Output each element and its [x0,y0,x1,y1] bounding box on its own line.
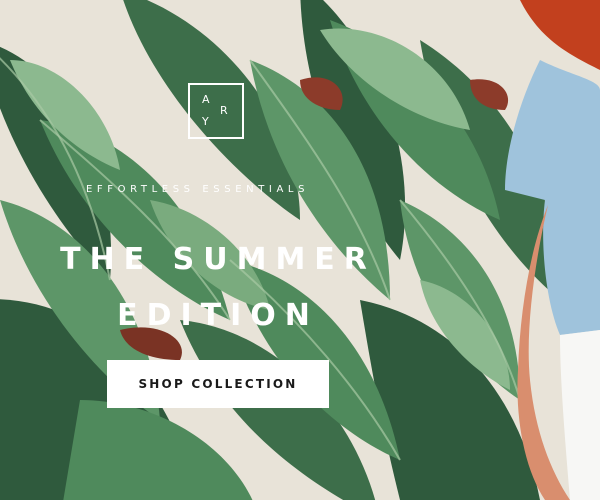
headline-line-1: THE SUMMER [60,242,376,277]
summer-banner[interactable]: A Y R EFFORTLESS ESSENTIALS THE SUMMER E… [0,0,600,500]
logo-letter: A [202,93,210,106]
headline: THE SUMMER EDITION [0,232,436,344]
brand-logo[interactable]: A Y R [188,83,244,139]
logo-letter: Y [202,115,209,128]
tagline: EFFORTLESS ESSENTIALS [86,184,310,195]
shop-collection-button[interactable]: SHOP COLLECTION [107,360,329,408]
headline-line-2: EDITION [117,298,319,333]
logo-letter: R [220,104,228,117]
